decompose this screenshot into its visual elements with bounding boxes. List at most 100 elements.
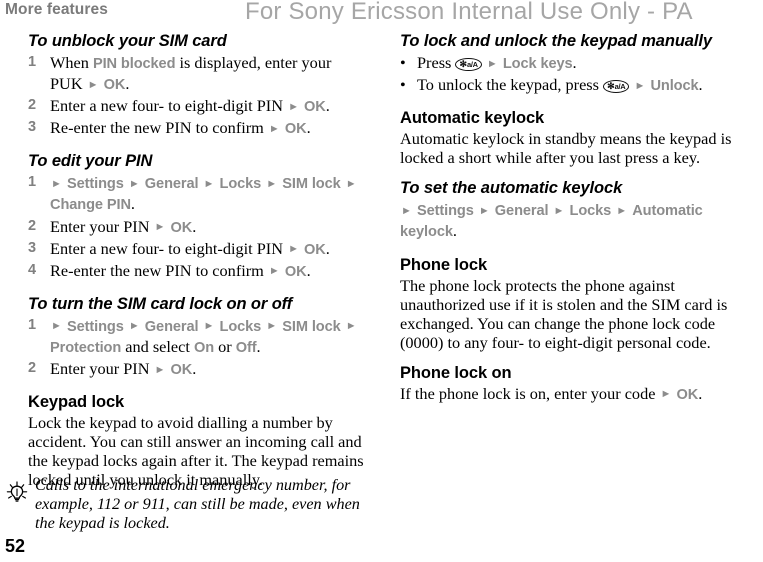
- body-text: [198, 316, 202, 335]
- menu-arrow-icon: ►: [128, 320, 140, 333]
- step-list: 1 ► Settings ► General ► Locks ► SIM lock…: [28, 173, 368, 281]
- body-text: .: [306, 118, 311, 138]
- body-text: Enter a new four- to eight-digit PIN: [50, 238, 288, 258]
- menu-arrow-icon: ►: [288, 100, 299, 113]
- body-text: Press: [417, 53, 456, 72]
- section-heading: Phone lock: [400, 255, 488, 274]
- body-text: .: [572, 53, 577, 72]
- step-item: If the phone lock is on, enter your code…: [400, 384, 752, 405]
- running-head: More features: [5, 1, 108, 18]
- star-key-icon: ✻a/A: [603, 80, 630, 94]
- step-number: 1: [28, 54, 37, 70]
- body-text: or: [214, 336, 236, 356]
- ui-term: OK: [103, 77, 126, 94]
- ui-term: Settings: [66, 318, 124, 335]
- ui-term: OK: [170, 362, 193, 379]
- ui-term: General: [494, 203, 549, 220]
- body-text: [548, 200, 552, 219]
- ui-term: Change PIN: [50, 197, 131, 214]
- step-number: 4: [28, 261, 37, 278]
- menu-arrow-icon: ►: [616, 204, 628, 217]
- section-heading: Automatic keylock: [400, 109, 545, 128]
- ui-term: General: [144, 318, 199, 335]
- ui-term: OK: [676, 386, 699, 403]
- menu-arrow-icon: ►: [486, 57, 498, 70]
- watermark-text: For Sony Ericsson Internal Use Only - PA: [245, 0, 693, 25]
- menu-arrow-icon: ►: [154, 221, 166, 234]
- body-text: Enter your PIN: [50, 359, 154, 379]
- ui-term: Locks: [219, 176, 262, 193]
- step-number: 3: [28, 239, 37, 256]
- section-heading: Phone lock on: [400, 363, 512, 382]
- body-text: .: [192, 359, 197, 379]
- body-text: .: [130, 194, 135, 214]
- body-text: .: [325, 238, 330, 258]
- procedure-heading: To set the automatic keylock: [400, 179, 623, 198]
- body-text: .: [452, 221, 457, 241]
- menu-arrow-icon: ►: [203, 320, 215, 333]
- step-list: • Press ✻a/A ► Lock keys. • To unlock the k…: [400, 53, 752, 96]
- step-number: 3: [28, 119, 37, 136]
- menu-arrow-icon: ►: [268, 122, 280, 135]
- body-text: Re-enter the new PIN to confirm: [50, 260, 268, 280]
- ui-term: OK: [304, 99, 326, 116]
- body-text: If the phone lock is on, enter your code: [400, 383, 660, 403]
- ui-term: Settings: [416, 203, 474, 220]
- step-item: 1 ► Settings ► General ► Locks ► SIM lock…: [28, 316, 368, 358]
- step-number: 2: [28, 217, 37, 234]
- tip-note-text: Calls to the international emergency num…: [35, 476, 360, 533]
- lightbulb-icon: [3, 479, 31, 507]
- ui-term: OK: [284, 263, 307, 280]
- bullet-marker: •: [400, 53, 406, 72]
- body-text: and select: [121, 336, 194, 356]
- body-text: .: [256, 336, 261, 356]
- page-header: More features For Sony Ericsson Internal…: [0, 0, 763, 28]
- body-text: To unlock the keypad, press: [417, 75, 604, 95]
- step-item: ► Settings ► General ► Locks ► Automatic…: [400, 200, 752, 242]
- body-text: .: [325, 96, 330, 116]
- right-column: To lock and unlock the keypad manually • P…: [400, 32, 752, 406]
- ui-term: Locks: [569, 203, 612, 220]
- ui-term: Off: [235, 339, 257, 356]
- step-list: 1 ► Settings ► General ► Locks ► SIM lock…: [28, 316, 368, 380]
- step-item: 2 Enter your PIN ► OK.: [28, 217, 368, 238]
- step-number: 1: [28, 174, 37, 191]
- body-text: .: [125, 74, 130, 94]
- ui-term: Settings: [66, 176, 124, 193]
- step-item: 1 When PIN blocked is displayed, enter yo…: [28, 53, 368, 95]
- procedure-heading: To turn the SIM card lock on or off: [28, 294, 293, 313]
- menu-arrow-icon: ►: [478, 204, 490, 217]
- procedure-heading: To lock and unlock the keypad manually: [400, 32, 712, 50]
- step-number: 2: [28, 360, 37, 377]
- step-list: If the phone lock is on, enter your code…: [400, 384, 752, 405]
- bullet-marker: •: [400, 75, 406, 95]
- ui-term: PIN blocked: [92, 56, 176, 72]
- step-item: 4 Re-enter the new PIN to confirm ► OK.: [28, 261, 368, 282]
- body-paragraph: The phone lock protects the phone agains…: [400, 275, 728, 352]
- step-item: • Press ✻a/A ► Lock keys.: [400, 53, 752, 74]
- menu-arrow-icon: ►: [128, 177, 140, 190]
- step-list: ► Settings ► General ► Locks ► Automatic…: [400, 200, 752, 242]
- menu-arrow-icon: ►: [268, 265, 280, 278]
- body-text: When: [50, 53, 93, 72]
- ui-term: SIM lock: [282, 176, 341, 193]
- menu-arrow-icon: ►: [288, 243, 299, 256]
- menu-arrow-icon: ►: [154, 363, 166, 376]
- ui-term: General: [144, 176, 199, 193]
- body-text: .: [306, 260, 311, 280]
- menu-arrow-icon: ►: [660, 388, 672, 401]
- ui-term: Protection: [50, 339, 122, 356]
- ui-term: Locks: [219, 318, 262, 335]
- step-item: 3 Re-enter the new PIN to confirm ► OK.: [28, 118, 368, 139]
- step-item: 2 Enter your PIN ► OK.: [28, 359, 368, 380]
- menu-arrow-icon: ►: [87, 78, 99, 91]
- menu-arrow-icon: ►: [345, 177, 357, 190]
- menu-arrow-icon: ►: [51, 177, 62, 190]
- body-text: [198, 173, 202, 192]
- ui-term: SIM lock: [282, 318, 341, 335]
- step-item: • To unlock the keypad, press ✻a/A ► Unlo…: [400, 75, 752, 96]
